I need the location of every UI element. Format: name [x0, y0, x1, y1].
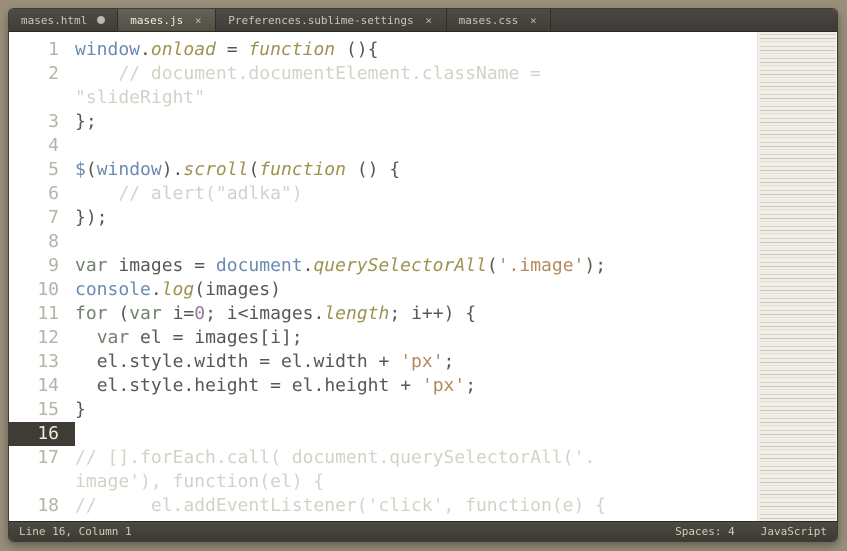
line-number-gutter: 123456789101112131415161718: [9, 32, 75, 521]
code-line[interactable]: el.style.width = el.width + 'px';: [75, 350, 757, 374]
code-line[interactable]: var images = document.querySelectorAll('…: [75, 254, 757, 278]
code-line[interactable]: window.onload = function (){: [75, 38, 757, 62]
line-number: 13: [9, 350, 59, 374]
line-number: 7: [9, 206, 59, 230]
code-line[interactable]: [75, 422, 757, 446]
code-line[interactable]: console.log(images): [75, 278, 757, 302]
line-number: 12: [9, 326, 59, 350]
tab-mases-css[interactable]: mases.css ×: [447, 9, 552, 31]
line-number-wrap: [9, 470, 59, 494]
editor-area: 123456789101112131415161718 window.onloa…: [9, 32, 837, 521]
tab-label: mases.html: [21, 14, 87, 27]
close-icon[interactable]: ×: [193, 15, 203, 25]
status-indent[interactable]: Spaces: 4: [675, 525, 735, 538]
line-number: 16: [9, 422, 75, 446]
code-line[interactable]: }: [75, 398, 757, 422]
line-number: 2: [9, 62, 59, 86]
code-line[interactable]: // [].forEach.call( document.querySelect…: [75, 446, 757, 470]
status-syntax[interactable]: JavaScript: [761, 525, 827, 538]
tab-preferences[interactable]: Preferences.sublime-settings ×: [216, 9, 446, 31]
line-number-wrap: [9, 86, 59, 110]
code-line[interactable]: };: [75, 110, 757, 134]
line-number: 18: [9, 494, 59, 518]
dirty-indicator-icon: [97, 16, 105, 24]
line-number: 8: [9, 230, 59, 254]
code-line[interactable]: // alert("adlka"): [75, 182, 757, 206]
code-line[interactable]: // el.addEventListener('click', function…: [75, 494, 757, 518]
status-bar: Line 16, Column 1 Spaces: 4 JavaScript: [9, 521, 837, 541]
line-number: 10: [9, 278, 59, 302]
tab-label: mases.js: [130, 14, 183, 27]
minimap-content: [760, 34, 835, 519]
minimap[interactable]: [757, 32, 837, 521]
tab-label: mases.css: [459, 14, 519, 27]
line-number: 17: [9, 446, 59, 470]
line-number: 3: [9, 110, 59, 134]
tab-label: Preferences.sublime-settings: [228, 14, 413, 27]
line-number: 4: [9, 134, 59, 158]
code-line[interactable]: // document.documentElement.className =: [75, 62, 757, 86]
code-line[interactable]: });: [75, 206, 757, 230]
line-number: 11: [9, 302, 59, 326]
editor-window: mases.html mases.js × Preferences.sublim…: [8, 8, 838, 542]
status-position: Line 16, Column 1: [19, 525, 132, 538]
code-editor[interactable]: window.onload = function (){ // document…: [75, 32, 757, 521]
close-icon[interactable]: ×: [528, 15, 538, 25]
code-line-wrap[interactable]: "slideRight": [75, 86, 757, 110]
code-line[interactable]: [75, 230, 757, 254]
line-number: 14: [9, 374, 59, 398]
line-number: 5: [9, 158, 59, 182]
line-number: 1: [9, 38, 59, 62]
tab-mases-html[interactable]: mases.html: [9, 9, 118, 31]
line-number: 15: [9, 398, 59, 422]
code-line-wrap[interactable]: image'), function(el) {: [75, 470, 757, 494]
line-number: 9: [9, 254, 59, 278]
tab-mases-js[interactable]: mases.js ×: [118, 9, 216, 31]
code-line[interactable]: var el = images[i];: [75, 326, 757, 350]
line-number: 6: [9, 182, 59, 206]
code-line[interactable]: el.style.height = el.height + 'px';: [75, 374, 757, 398]
close-icon[interactable]: ×: [424, 15, 434, 25]
code-line[interactable]: $(window).scroll(function () {: [75, 158, 757, 182]
tab-bar: mases.html mases.js × Preferences.sublim…: [9, 9, 837, 32]
code-line[interactable]: [75, 134, 757, 158]
code-line[interactable]: for (var i=0; i<images.length; i++) {: [75, 302, 757, 326]
